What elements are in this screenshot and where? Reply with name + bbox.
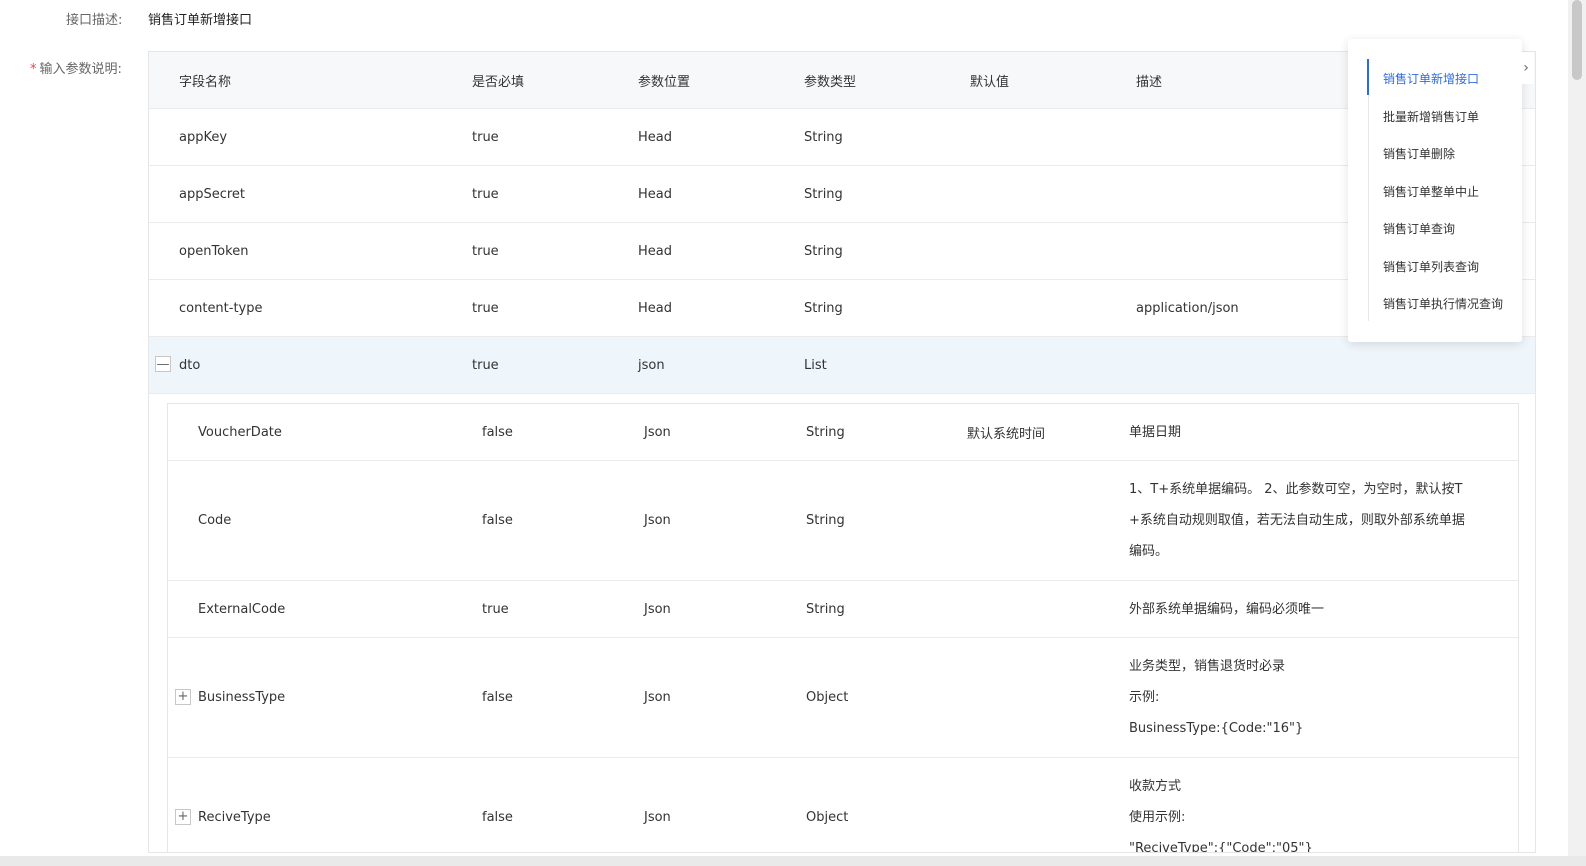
field-required: true [472, 300, 499, 316]
field-required: false [482, 513, 513, 528]
field-position: Json [644, 424, 671, 440]
field-required: true [472, 243, 499, 259]
field-position: Head [638, 186, 672, 202]
field-position: Json [644, 810, 671, 825]
field-position: Json [644, 513, 671, 528]
field-type: String [804, 243, 843, 259]
header-position: 参数位置 [638, 74, 691, 90]
field-desc: 1、T+系统单据编码。 2、此参数可空，为空时，默认按T +系统自动规则取值，若… [1129, 461, 1499, 580]
field-name: ExternalCode [198, 601, 286, 617]
horizontal-scrollbar[interactable] [0, 856, 1586, 866]
field-type: String [806, 601, 845, 617]
header-default: 默认值 [970, 74, 1010, 90]
table-row: openToken true Head String [149, 223, 1535, 280]
toc-item-batch-create[interactable]: 批量新增销售订单 [1383, 108, 1479, 125]
table-row: Code false Json String 1、T+系统单据编码。 2、此参数… [168, 461, 1518, 581]
desc-line: BusinessType:{Code:"16"} [1129, 721, 1304, 736]
field-name: appKey [179, 129, 228, 145]
field-type: String [804, 300, 843, 316]
field-required: true [472, 186, 499, 202]
param-section-label-text: 输入参数说明: [39, 62, 122, 77]
field-desc: 单据日期 [1129, 404, 1499, 460]
toc-item-execution-query[interactable]: 销售订单执行情况查询 [1383, 295, 1503, 312]
field-name: dto [179, 357, 201, 373]
header-type: 参数类型 [804, 74, 857, 90]
field-required: false [482, 690, 513, 705]
desc-line: 编码。 [1129, 544, 1169, 559]
header-required: 是否必填 [472, 74, 525, 90]
toc-item-delete[interactable]: 销售订单删除 [1383, 145, 1455, 162]
header-field-name: 字段名称 [179, 74, 232, 90]
field-type: String [804, 129, 843, 145]
toc-item-abort[interactable]: 销售订单整单中止 [1383, 183, 1479, 200]
toc-collapse-chevron-icon[interactable]: › [1518, 52, 1534, 84]
toc-active-indicator [1367, 59, 1369, 95]
desc-line: +系统自动规则取值，若无法自动生成，则取外部系统单据 [1129, 513, 1465, 528]
field-name: ReciveType [198, 810, 271, 825]
field-type: String [804, 186, 843, 202]
expand-row-button[interactable]: + [175, 688, 191, 705]
field-position: Json [644, 601, 671, 617]
desc-line: 使用示例: [1129, 810, 1186, 825]
field-position: json [638, 357, 665, 373]
param-section-label: * 输入参数说明: [30, 58, 122, 77]
field-desc: 收款方式 使用示例: "ReciveType":{"Code":"05"} [1129, 758, 1499, 853]
table-row: + ReciveType false Json Object 收款方式 使用示例… [168, 758, 1518, 853]
field-required: true [472, 129, 499, 145]
params-table: 字段名称 是否必填 参数位置 参数类型 默认值 描述 appKey true H… [148, 51, 1536, 853]
field-desc: application/json [1136, 300, 1239, 316]
collapse-row-button[interactable]: — [155, 356, 171, 372]
field-name: VoucherDate [198, 424, 282, 440]
desc-line: 业务类型，销售退货时必录 [1129, 659, 1286, 674]
field-position: Head [638, 300, 672, 316]
field-position: Json [644, 690, 671, 705]
field-position: Head [638, 243, 672, 259]
field-type: List [804, 357, 827, 373]
table-row: appKey true Head String [149, 109, 1535, 166]
desc-line: 外部系统单据编码，编码必须唯一 [1129, 601, 1325, 617]
table-header: 字段名称 是否必填 参数位置 参数类型 默认值 描述 [149, 52, 1535, 109]
header-desc: 描述 [1136, 74, 1163, 90]
table-row: ExternalCode true Json String 外部系统单据编码，编… [168, 581, 1518, 638]
scrollbar-thumb[interactable] [1572, 0, 1582, 80]
field-type: Object [806, 810, 849, 825]
table-row-expanded: — dto true json List [149, 337, 1535, 394]
required-mark: * [30, 62, 37, 77]
field-required: false [482, 810, 513, 825]
field-name: appSecret [179, 186, 246, 202]
desc-line: "ReciveType":{"Code":"05"} [1129, 841, 1313, 853]
field-name: openToken [179, 243, 249, 259]
field-required: false [482, 424, 513, 440]
table-row: VoucherDate false Json String 默认系统时间 单据日… [168, 404, 1518, 461]
field-name: BusinessType [198, 690, 286, 705]
field-default: 默认系统时间 [967, 426, 1046, 442]
desc-line: 示例: [1129, 690, 1160, 705]
field-desc: 业务类型，销售退货时必录 示例: BusinessType:{Code:"16"… [1129, 638, 1499, 757]
field-required: true [472, 357, 499, 373]
table-row: content-type true Head String applicatio… [149, 280, 1535, 337]
field-required: true [482, 601, 509, 617]
nested-params-table: VoucherDate false Json String 默认系统时间 单据日… [167, 403, 1519, 853]
table-row: appSecret true Head String [149, 166, 1535, 223]
toc-item-list-query[interactable]: 销售订单列表查询 [1383, 258, 1479, 275]
toc-track [1368, 59, 1369, 321]
field-type: Object [806, 690, 849, 705]
expand-row-button[interactable]: + [175, 808, 191, 825]
field-desc: 外部系统单据编码，编码必须唯一 [1129, 581, 1499, 637]
interface-desc-label: 接口描述: [66, 13, 123, 28]
field-name: Code [198, 513, 232, 528]
interface-desc-value: 销售订单新增接口 [148, 13, 253, 28]
toc-item-query[interactable]: 销售订单查询 [1383, 220, 1455, 237]
field-type: String [806, 424, 845, 440]
field-type: String [806, 513, 845, 528]
desc-line: 1、T+系统单据编码。 2、此参数可空，为空时，默认按T [1129, 482, 1463, 497]
field-name: content-type [179, 300, 263, 316]
vertical-scrollbar[interactable] [1568, 0, 1586, 866]
toc-panel: 销售订单新增接口 批量新增销售订单 销售订单删除 销售订单整单中止 销售订单查询… [1348, 39, 1522, 342]
table-row: + BusinessType false Json Object 业务类型，销售… [168, 638, 1518, 758]
desc-line: 单据日期 [1129, 424, 1182, 440]
toc-item-sales-order-create[interactable]: 销售订单新增接口 [1383, 70, 1479, 87]
field-position: Head [638, 129, 672, 145]
desc-line: 收款方式 [1129, 779, 1182, 794]
